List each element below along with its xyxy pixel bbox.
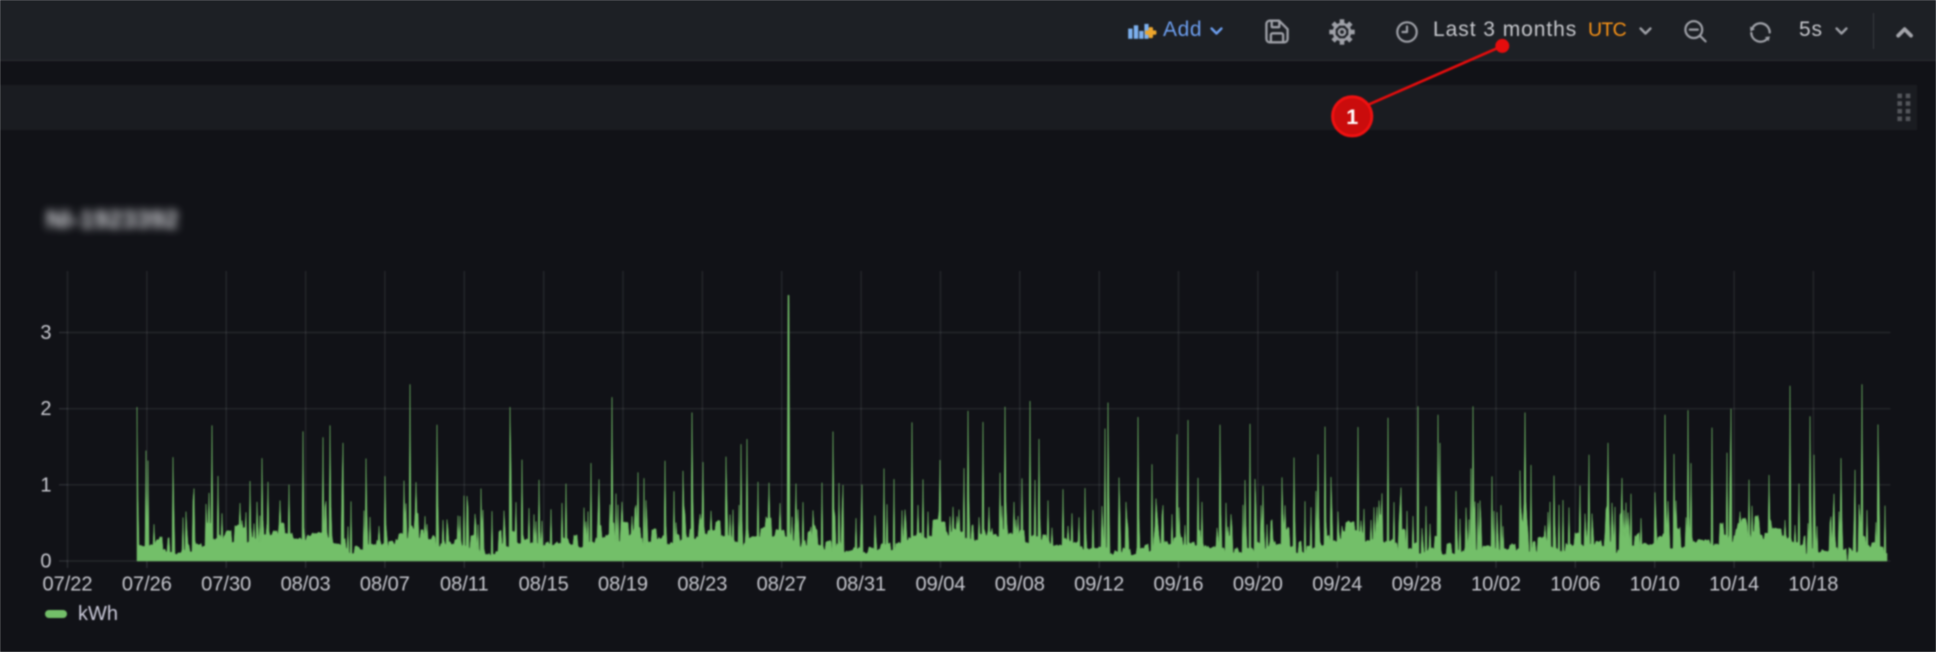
svg-text:1: 1 [1346,105,1358,129]
